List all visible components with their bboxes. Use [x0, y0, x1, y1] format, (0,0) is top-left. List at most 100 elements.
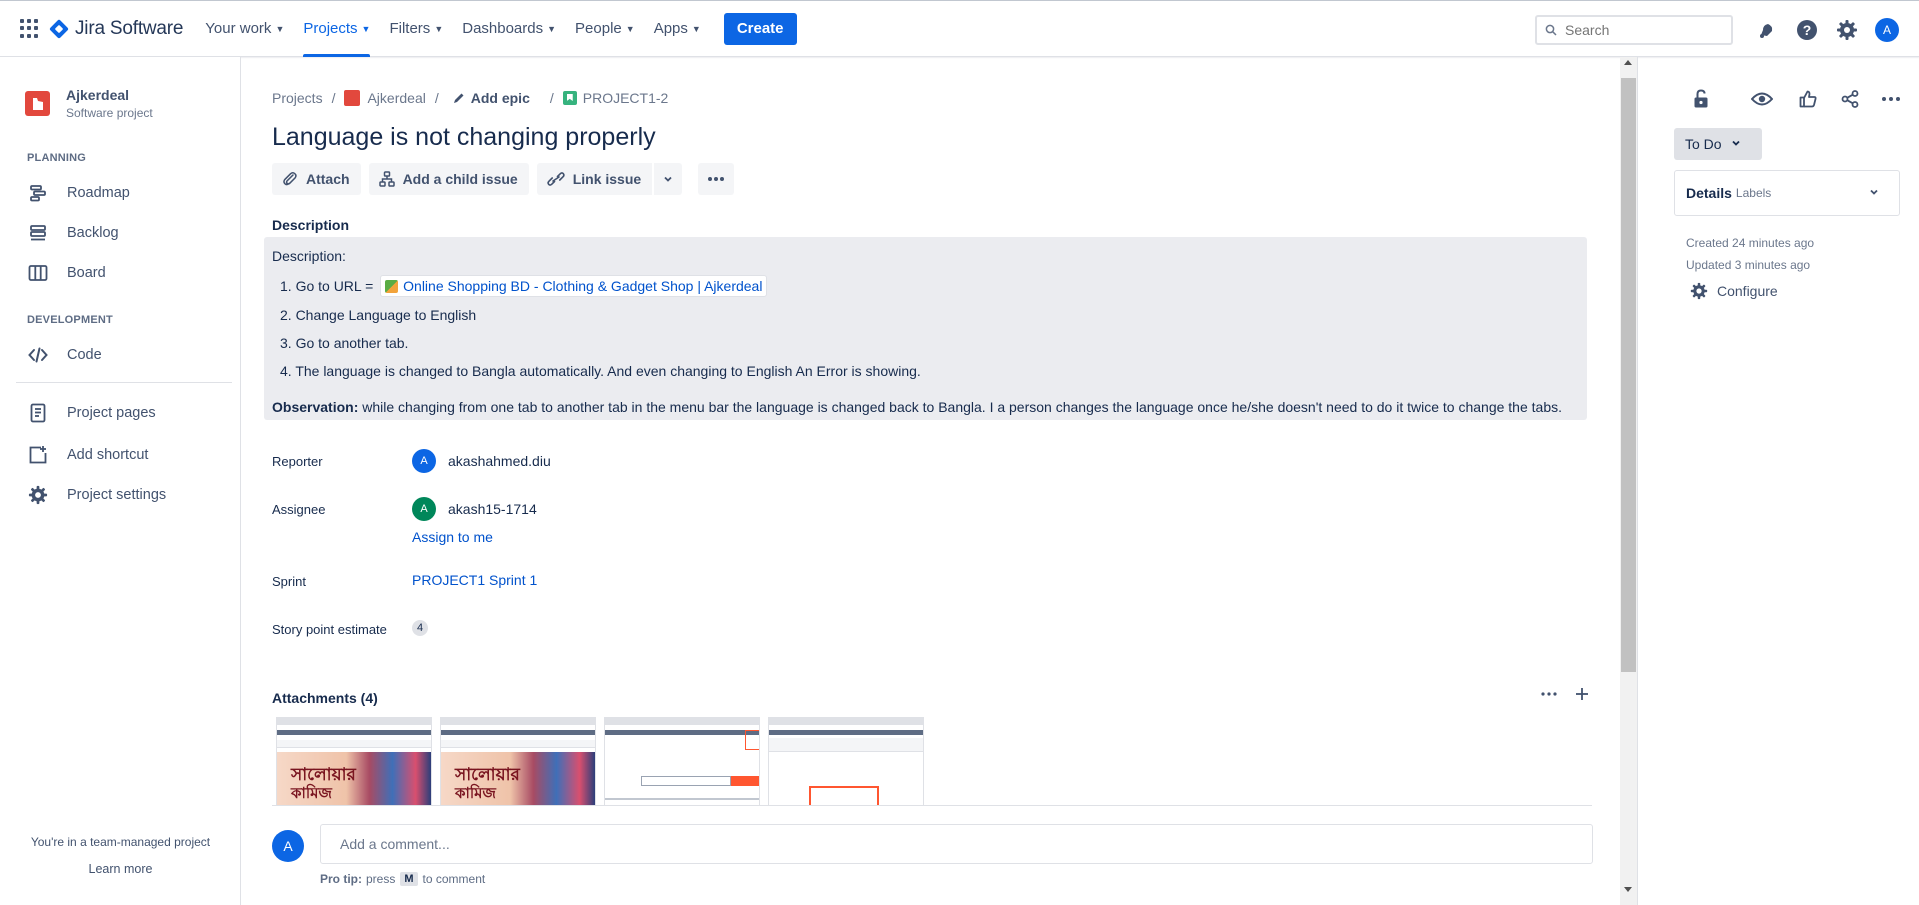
pencil-icon — [453, 92, 465, 104]
description-step-4: 4. The language is changed to Bangla aut… — [280, 363, 921, 379]
story-icon — [562, 91, 577, 105]
like-thumbs-up-icon[interactable] — [1796, 87, 1820, 111]
add-child-issue-button[interactable]: Add a child issue — [368, 163, 529, 195]
settings-gear-icon — [27, 484, 49, 506]
reporter-label: Reporter — [272, 454, 323, 469]
pro-tip: Pro tip: press M to comment — [320, 872, 485, 886]
scrollbar-thumb[interactable] — [1621, 78, 1636, 672]
add-icon[interactable] — [1575, 687, 1589, 701]
add-epic-button[interactable]: Add epic — [453, 90, 530, 106]
more-horizontal-icon[interactable] — [1879, 87, 1903, 111]
nav-your-work-label: Your work — [205, 20, 272, 37]
watch-eye-icon[interactable] — [1750, 87, 1774, 111]
chevron-down-icon: ▼ — [361, 23, 371, 34]
details-panel-header[interactable]: Details Labels — [1674, 170, 1900, 216]
create-button[interactable]: Create — [723, 12, 797, 45]
search-input[interactable] — [1565, 21, 1715, 38]
project-header[interactable]: Ajkerdeal Software project — [0, 57, 240, 120]
thumbnail-banner-text: কামিজ — [455, 784, 496, 802]
configure-label: Configure — [1717, 283, 1778, 299]
learn-more-link[interactable]: Learn more — [0, 862, 241, 876]
sidebar-item-label: Project settings — [67, 487, 167, 503]
child-issue-icon — [378, 171, 395, 187]
chevron-down-icon — [663, 174, 673, 184]
sidebar-item-label: Board — [67, 265, 106, 281]
notifications-icon[interactable] — [1755, 18, 1779, 42]
nav-your-work[interactable]: Your work ▼ — [205, 0, 284, 57]
link-icon — [547, 171, 565, 187]
scroll-up-arrow-icon[interactable] — [1624, 60, 1632, 65]
chevron-down-icon: ▼ — [275, 23, 285, 34]
more-horizontal-icon — [706, 176, 726, 182]
breadcrumb-projects[interactable]: Projects — [272, 90, 323, 106]
reporter-value[interactable]: A akashahmed.diu — [412, 449, 551, 473]
nav-apps[interactable]: Apps ▼ — [654, 0, 701, 57]
nav-dashboards[interactable]: Dashboards ▼ — [462, 0, 556, 57]
configure-button[interactable]: Configure — [1690, 282, 1778, 300]
attach-button[interactable]: Attach — [272, 163, 361, 195]
planning-heading: PLANNING — [27, 152, 87, 164]
attachment-thumbnail[interactable] — [768, 717, 924, 805]
chevron-down-icon: ▼ — [547, 23, 557, 34]
paperclip-icon — [282, 171, 298, 187]
share-icon[interactable] — [1838, 87, 1862, 111]
sidebar-item-code[interactable]: Code — [27, 344, 102, 366]
help-icon[interactable]: ? — [1795, 18, 1819, 42]
top-navigation: Jira Software Your work ▼ Projects ▼ Filte… — [0, 0, 1919, 57]
nav-projects-label: Projects — [303, 20, 358, 37]
description-step-1: 1. Go to URL = Online Shopping BD - Clot… — [280, 275, 768, 297]
more-actions-button[interactable] — [698, 163, 735, 195]
sidebar-item-board[interactable]: Board — [27, 262, 106, 284]
url-link-chip[interactable]: Online Shopping BD - Clothing & Gadget S… — [380, 275, 768, 297]
assignee-value[interactable]: A akash15-1714 — [412, 497, 537, 521]
sidebar-item-backlog[interactable]: Backlog — [27, 222, 119, 244]
nav-people-label: People — [575, 20, 622, 37]
reporter-name: akashahmed.diu — [448, 453, 551, 469]
pro-tip-label: Pro tip: — [320, 872, 362, 886]
more-horizontal-icon[interactable] — [1541, 692, 1557, 696]
link-issue-button[interactable]: Link issue — [536, 163, 653, 195]
jira-logo[interactable]: Jira Software — [49, 18, 183, 40]
nav-people[interactable]: People ▼ — [575, 0, 635, 57]
breadcrumb-issue-key[interactable]: PROJECT1-2 — [583, 90, 669, 106]
scroll-down-arrow-icon[interactable] — [1624, 887, 1632, 892]
settings-gear-icon[interactable] — [1835, 18, 1859, 42]
link-issue-dropdown-button[interactable] — [654, 163, 683, 195]
lock-icon[interactable] — [1689, 87, 1713, 111]
attachment-thumbnail[interactable]: সালোয়ার কামিজ — [276, 717, 432, 805]
project-avatar-icon — [344, 90, 361, 106]
sidebar-item-add-shortcut[interactable]: Add shortcut — [27, 444, 148, 466]
sprint-value[interactable]: PROJECT1 Sprint 1 — [412, 572, 537, 588]
attachment-thumbnail[interactable] — [604, 717, 760, 805]
sidebar-item-label: Backlog — [67, 225, 119, 241]
issue-main: Projects / Ajkerdeal / Add epic / PROJEC… — [242, 57, 1620, 905]
code-icon — [27, 344, 49, 366]
assign-to-me-link[interactable]: Assign to me — [412, 529, 493, 545]
comment-input[interactable]: Add a comment... — [320, 824, 1593, 864]
pages-icon — [27, 402, 49, 424]
issue-title[interactable]: Language is not changing properly — [272, 123, 656, 152]
story-points-value[interactable]: 4 — [412, 620, 429, 636]
sidebar-item-roadmap[interactable]: Roadmap — [27, 182, 130, 204]
description-field[interactable]: Description: 1. Go to URL = Online Shopp… — [264, 237, 1587, 420]
app-switcher-icon[interactable] — [20, 18, 40, 39]
user-avatar[interactable]: A — [1875, 17, 1899, 42]
search-box[interactable] — [1535, 14, 1733, 45]
svg-text:?: ? — [1803, 22, 1812, 38]
attachments-actions — [1541, 687, 1589, 701]
sidebar-item-label: Roadmap — [67, 185, 130, 201]
description-step-2: 2. Change Language to English — [280, 307, 477, 323]
project-name: Ajkerdeal — [66, 87, 130, 103]
sidebar-item-project-settings[interactable]: Project settings — [27, 484, 166, 506]
breadcrumb-project[interactable]: Ajkerdeal — [367, 90, 425, 106]
status-dropdown[interactable]: To Do — [1674, 128, 1762, 160]
breadcrumb-separator: / — [549, 90, 554, 106]
story-points-badge: 4 — [412, 620, 429, 636]
nav-projects[interactable]: Projects ▼ — [303, 0, 371, 57]
thumbnail-banner-text: কামিজ — [291, 784, 332, 802]
attachment-thumbnail[interactable]: সালোয়ার কামিজ — [440, 717, 596, 805]
description-intro: Description: — [272, 248, 346, 264]
sidebar-item-project-pages[interactable]: Project pages — [27, 402, 156, 424]
nav-filters[interactable]: Filters ▼ — [389, 0, 443, 57]
breadcrumb-separator: / — [434, 90, 439, 106]
